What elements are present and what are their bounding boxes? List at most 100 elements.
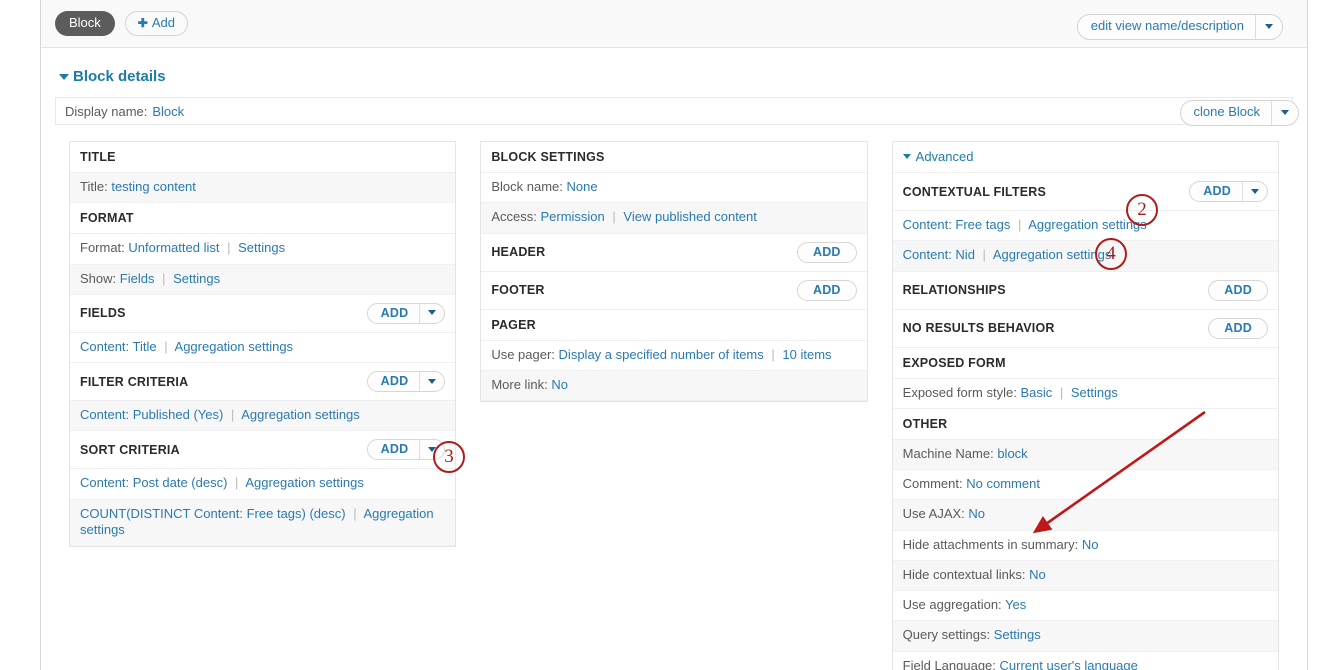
chevron-down-icon[interactable] [1256, 15, 1282, 39]
add-footer-label: Add [812, 282, 841, 297]
column-left: TITLE Title: testing content FORMAT Form… [69, 141, 457, 547]
row-link[interactable]: Current user's language [1000, 658, 1138, 670]
add-filter-button[interactable]: Add [366, 371, 446, 392]
row-link[interactable]: Settings [238, 240, 285, 255]
add-display-label: Add [151, 15, 175, 31]
row-link[interactable]: Settings [173, 271, 220, 286]
add-sort-button[interactable]: Add [366, 439, 446, 461]
chevron-down-icon[interactable] [420, 372, 444, 391]
row-link[interactable]: testing content [111, 179, 196, 194]
row-use-pager: Use pager: Display a specified number of… [481, 340, 867, 371]
row-link[interactable]: Unformatted list [128, 240, 219, 255]
row-hide-attachments: Hide attachments in summary: No [892, 530, 1278, 561]
add-footer-button[interactable]: Add [796, 279, 857, 301]
section-format-header: FORMAT [70, 203, 456, 235]
row-link[interactable]: Content: Free tags [903, 217, 1011, 232]
row-link[interactable]: block [997, 446, 1027, 461]
row-query-settings: Query settings: Settings [892, 621, 1278, 652]
add-contextual-filter-label: Add [1203, 184, 1231, 198]
section-title-label: TITLE [80, 150, 116, 164]
display-tabs-row: Block ✚ Add edit view name/description [41, 0, 1307, 48]
row-link[interactable]: Content: Post date (desc) [80, 475, 227, 490]
advanced-heading[interactable]: Advanced [892, 142, 1278, 173]
column-middle: BLOCK SETTINGS Block name: None Access: … [480, 141, 868, 402]
row-link[interactable]: No comment [966, 476, 1040, 491]
section-sort-criteria-header: SORT CRITERIA Add [70, 431, 456, 470]
chevron-down-icon[interactable] [420, 440, 444, 459]
separator: | [1017, 217, 1022, 232]
section-filter-criteria-header: FILTER CRITERIA Add [70, 363, 456, 401]
display-name-value[interactable]: Block [152, 104, 184, 119]
chevron-down-icon[interactable] [1272, 101, 1298, 125]
views-ui-edit-page: Block ✚ Add edit view name/description B… [0, 0, 1329, 670]
row-link[interactable]: COUNT(DISTINCT Content: Free tags) (desc… [80, 506, 346, 521]
column-right: Advanced CONTEXTUAL FILTERS Add Content [891, 141, 1279, 670]
row-format: Format: Unformatted list | Settings [70, 234, 456, 265]
row-link[interactable]: Yes [1005, 597, 1026, 612]
section-other-header: OTHER [892, 408, 1278, 440]
row-link[interactable]: 10 items [782, 347, 831, 362]
row-link[interactable]: Aggregation settings [245, 475, 364, 490]
section-title-header: TITLE [70, 142, 456, 173]
row-link[interactable]: Aggregation settings [1028, 217, 1147, 232]
row-link[interactable]: Aggregation settings [993, 247, 1112, 262]
add-sort-label: Add [380, 442, 409, 457]
edit-view-name-description-label: edit view name/description [1090, 18, 1244, 33]
row-link[interactable]: None [567, 179, 598, 194]
display-settings-columns: TITLE Title: testing content FORMAT Form… [55, 141, 1293, 670]
separator: | [164, 338, 168, 354]
row-label: Title: [80, 179, 108, 194]
row-link[interactable]: Settings [994, 627, 1041, 642]
edit-view-name-description-button[interactable]: edit view name/description [1076, 14, 1283, 40]
section-no-results-behavior-header: NO RESULTS BEHAVIOR Add [892, 309, 1278, 348]
add-relationship-button[interactable]: Add [1208, 279, 1268, 301]
row-label: More link: [491, 376, 548, 392]
chevron-down-icon[interactable] [420, 304, 444, 323]
row-label: Exposed form style: [902, 384, 1017, 400]
row-link[interactable]: Aggregation settings [241, 407, 360, 422]
add-field-label: Add [380, 305, 409, 320]
left-column-box: TITLE Title: testing content FORMAT Form… [69, 141, 457, 547]
row-block-name: Block name: None [481, 173, 867, 204]
section-footer-header: FOOTER Add [481, 271, 867, 310]
row-sort-count-distinct-free-tags: COUNT(DISTINCT Content: Free tags) (desc… [70, 499, 456, 546]
row-label: Use pager: [491, 346, 555, 362]
section-exposed-form-label: EXPOSED FORM [902, 355, 1006, 370]
row-link[interactable]: Aggregation settings [175, 339, 294, 354]
add-no-results-label: Add [1224, 320, 1252, 335]
row-label: Show: [80, 270, 117, 286]
add-contextual-filter-button[interactable]: Add [1189, 181, 1268, 202]
row-link[interactable]: Fields [120, 271, 155, 286]
row-link[interactable]: Content: Nid [903, 247, 975, 262]
add-field-button[interactable]: Add [366, 302, 446, 324]
row-comment: Comment: No comment [892, 470, 1278, 501]
row-link[interactable]: Permission [540, 209, 604, 224]
row-link[interactable]: Settings [1071, 385, 1118, 400]
section-fields-header: FIELDS Add [70, 294, 456, 333]
row-link[interactable]: Content: Title [80, 339, 157, 354]
row-label: Field Language: [902, 657, 996, 670]
chevron-down-icon[interactable] [1243, 182, 1267, 201]
clone-block-button[interactable]: clone Block [1179, 100, 1299, 126]
row-label: Use AJAX: [902, 506, 965, 522]
separator: | [612, 209, 616, 225]
row-label: Hide contextual links: [902, 566, 1026, 582]
row-link[interactable]: No [968, 506, 985, 521]
row-link[interactable]: View published content [623, 209, 756, 224]
row-link[interactable]: No [551, 377, 568, 392]
row-field-content-title: Content: Title | Aggregation settings [70, 332, 456, 363]
section-block-settings-header: BLOCK SETTINGS [481, 142, 867, 173]
row-link[interactable]: Display a specified number of items [559, 347, 764, 362]
triangle-down-icon [902, 154, 911, 159]
add-header-button[interactable]: Add [796, 241, 857, 263]
block-details-heading[interactable]: Block details [59, 68, 1293, 85]
tab-display-block[interactable]: Block [55, 11, 115, 36]
row-label: Query settings: [902, 627, 991, 643]
row-link[interactable]: Content: Published (Yes) [80, 407, 223, 422]
add-display-button[interactable]: ✚ Add [124, 11, 188, 36]
row-link[interactable]: No [1029, 567, 1046, 582]
add-no-results-button[interactable]: Add [1208, 317, 1268, 339]
row-show: Show: Fields | Settings [70, 264, 456, 295]
row-link[interactable]: No [1082, 537, 1099, 552]
row-link[interactable]: Basic [1020, 385, 1052, 400]
